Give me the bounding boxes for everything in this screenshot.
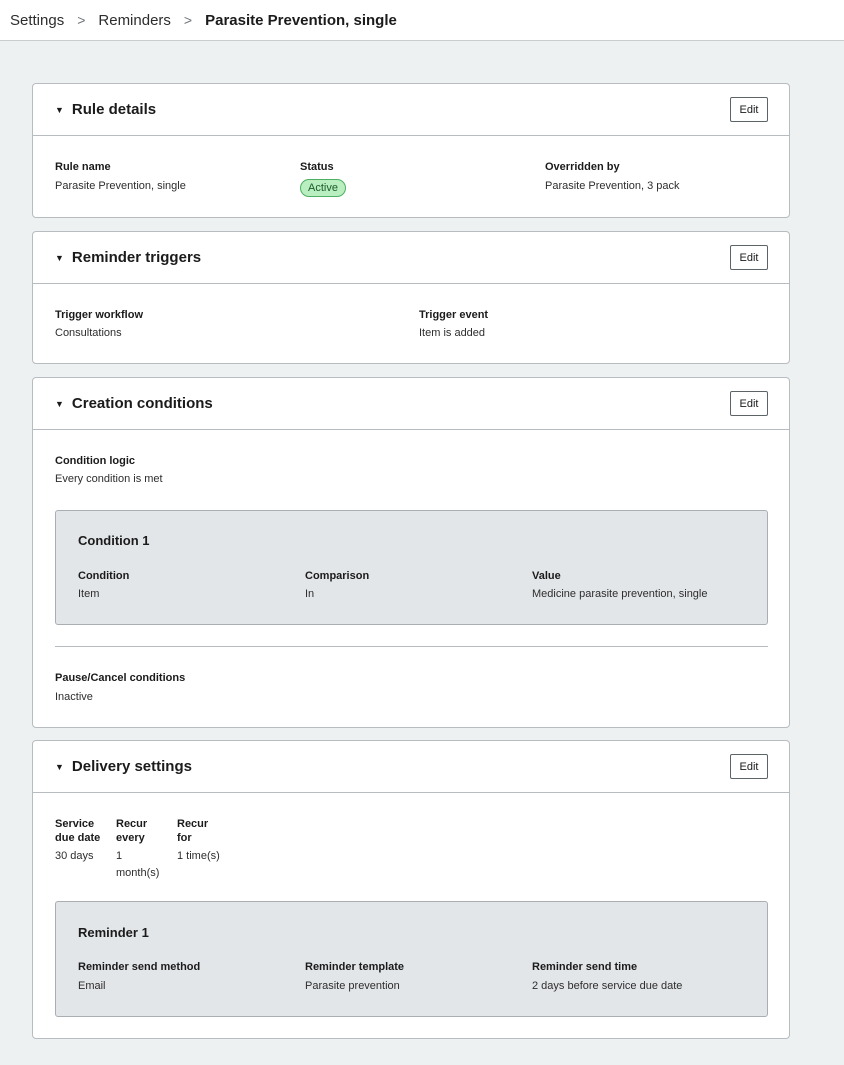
recur-for-label-line2: for (177, 832, 192, 844)
send-method-label: Reminder send method (78, 961, 201, 973)
caret-down-icon[interactable]: ▼ (55, 253, 64, 263)
reminder-1-box: Reminder 1 Reminder send method Email Re… (55, 901, 768, 1017)
trigger-event-label: Trigger event (419, 309, 489, 321)
breadcrumb: Settings > Reminders > Parasite Preventi… (0, 0, 844, 41)
reminder-1-title: Reminder 1 (78, 925, 149, 940)
chevron-right-icon: > (183, 12, 193, 28)
template-label: Reminder template (305, 961, 405, 973)
delivery-settings-title: Delivery settings (71, 758, 192, 775)
condition-logic-value: Every condition is met (55, 473, 163, 485)
rule-details-title: Rule details (71, 101, 157, 118)
recur-every-field: Recur every 1 month(s) (116, 817, 159, 880)
condition-logic-label: Condition logic (55, 455, 136, 467)
reminder-triggers-header[interactable]: ▼ Reminder triggers Edit (33, 232, 789, 284)
page-title: Parasite Prevention, single (205, 11, 397, 29)
rule-name-label: Rule name (55, 161, 111, 173)
caret-down-icon[interactable]: ▼ (55, 762, 64, 772)
trigger-workflow-field: Trigger workflow Consultations (55, 308, 143, 340)
reminder-triggers-title: Reminder triggers (71, 249, 202, 266)
service-due-date-label-line2: due date (55, 832, 101, 844)
value-label: Value (532, 570, 561, 582)
send-method-value: Email (78, 980, 106, 992)
send-time-label: Reminder send time (532, 961, 638, 973)
trigger-event-field: Trigger event Item is added (419, 308, 488, 340)
status-badge: Active (300, 179, 346, 197)
pause-cancel-label: Pause/Cancel conditions (55, 672, 186, 684)
delivery-settings-card: ▼ Delivery settings Edit Service due dat… (32, 740, 790, 1039)
service-due-date-field: Service due date 30 days (55, 817, 100, 863)
send-method-field: Reminder send method Email (78, 960, 200, 993)
delivery-settings-header[interactable]: ▼ Delivery settings Edit (33, 741, 789, 793)
rule-name-field: Rule name Parasite Prevention, single (55, 160, 186, 193)
breadcrumb-settings[interactable]: Settings (10, 12, 64, 29)
pause-cancel-field: Pause/Cancel conditions Inactive (55, 671, 185, 704)
rule-name-value: Parasite Prevention, single (55, 180, 186, 192)
delivery-settings-edit-button[interactable]: Edit (730, 754, 768, 779)
service-due-date-value: 30 days (55, 850, 94, 862)
overridden-by-label: Overridden by (545, 161, 620, 173)
value-field: Value Medicine parasite prevention, sing… (532, 569, 708, 601)
recur-for-value: 1 time(s) (177, 850, 220, 862)
condition-field: Condition Item (78, 569, 129, 601)
recur-for-label-line1: Recur (177, 818, 209, 830)
rule-details-header[interactable]: ▼ Rule details Edit (33, 84, 789, 136)
reminder-triggers-edit-button[interactable]: Edit (730, 245, 768, 270)
recur-every-value-line2: month(s) (116, 867, 160, 879)
caret-down-icon[interactable]: ▼ (55, 399, 64, 409)
recur-every-value-line1: 1 (116, 850, 123, 862)
value-value: Medicine parasite prevention, single (532, 588, 708, 600)
status-label: Status (300, 161, 334, 173)
comparison-field: Comparison In (305, 569, 369, 601)
trigger-workflow-label: Trigger workflow (55, 309, 144, 321)
recur-every-label-line1: Recur (116, 818, 148, 830)
creation-conditions-card: ▼ Creation conditions Edit Condition log… (32, 377, 790, 728)
overridden-by-field: Overridden by Parasite Prevention, 3 pac… (545, 160, 680, 193)
condition-1-box: Condition 1 Condition Item Comparison In… (55, 510, 768, 625)
pause-cancel-value: Inactive (55, 691, 93, 703)
creation-conditions-header[interactable]: ▼ Creation conditions Edit (33, 378, 789, 430)
template-field: Reminder template Parasite prevention (305, 960, 404, 993)
trigger-workflow-value: Consultations (55, 327, 122, 339)
condition-logic-field: Condition logic Every condition is met (55, 454, 163, 486)
comparison-value: In (305, 588, 315, 600)
creation-conditions-title: Creation conditions (71, 395, 213, 412)
service-due-date-label-line1: Service (55, 818, 95, 830)
condition-value: Item (78, 588, 100, 600)
condition-label: Condition (78, 570, 130, 582)
recur-every-label-line2: every (116, 832, 145, 844)
send-time-value: 2 days before service due date (532, 980, 683, 992)
trigger-event-value: Item is added (419, 327, 486, 339)
caret-down-icon[interactable]: ▼ (55, 105, 64, 115)
send-time-field: Reminder send time 2 days before service… (532, 960, 682, 993)
divider (55, 646, 768, 647)
reminder-triggers-card: ▼ Reminder triggers Edit Trigger workflo… (32, 231, 790, 364)
rule-details-card: ▼ Rule details Edit Rule name Parasite P… (32, 83, 790, 218)
rule-details-edit-button[interactable]: Edit (730, 97, 768, 122)
chevron-right-icon: > (77, 12, 86, 28)
template-value: Parasite prevention (305, 980, 400, 992)
condition-1-title: Condition 1 (78, 533, 150, 548)
status-field: Status Active (300, 160, 346, 197)
recur-for-field: Recur for 1 time(s) (177, 817, 220, 863)
creation-conditions-edit-button[interactable]: Edit (730, 391, 768, 416)
breadcrumb-reminders[interactable]: Reminders (98, 12, 171, 29)
overridden-by-value: Parasite Prevention, 3 pack (545, 180, 680, 192)
comparison-label: Comparison (305, 570, 370, 582)
